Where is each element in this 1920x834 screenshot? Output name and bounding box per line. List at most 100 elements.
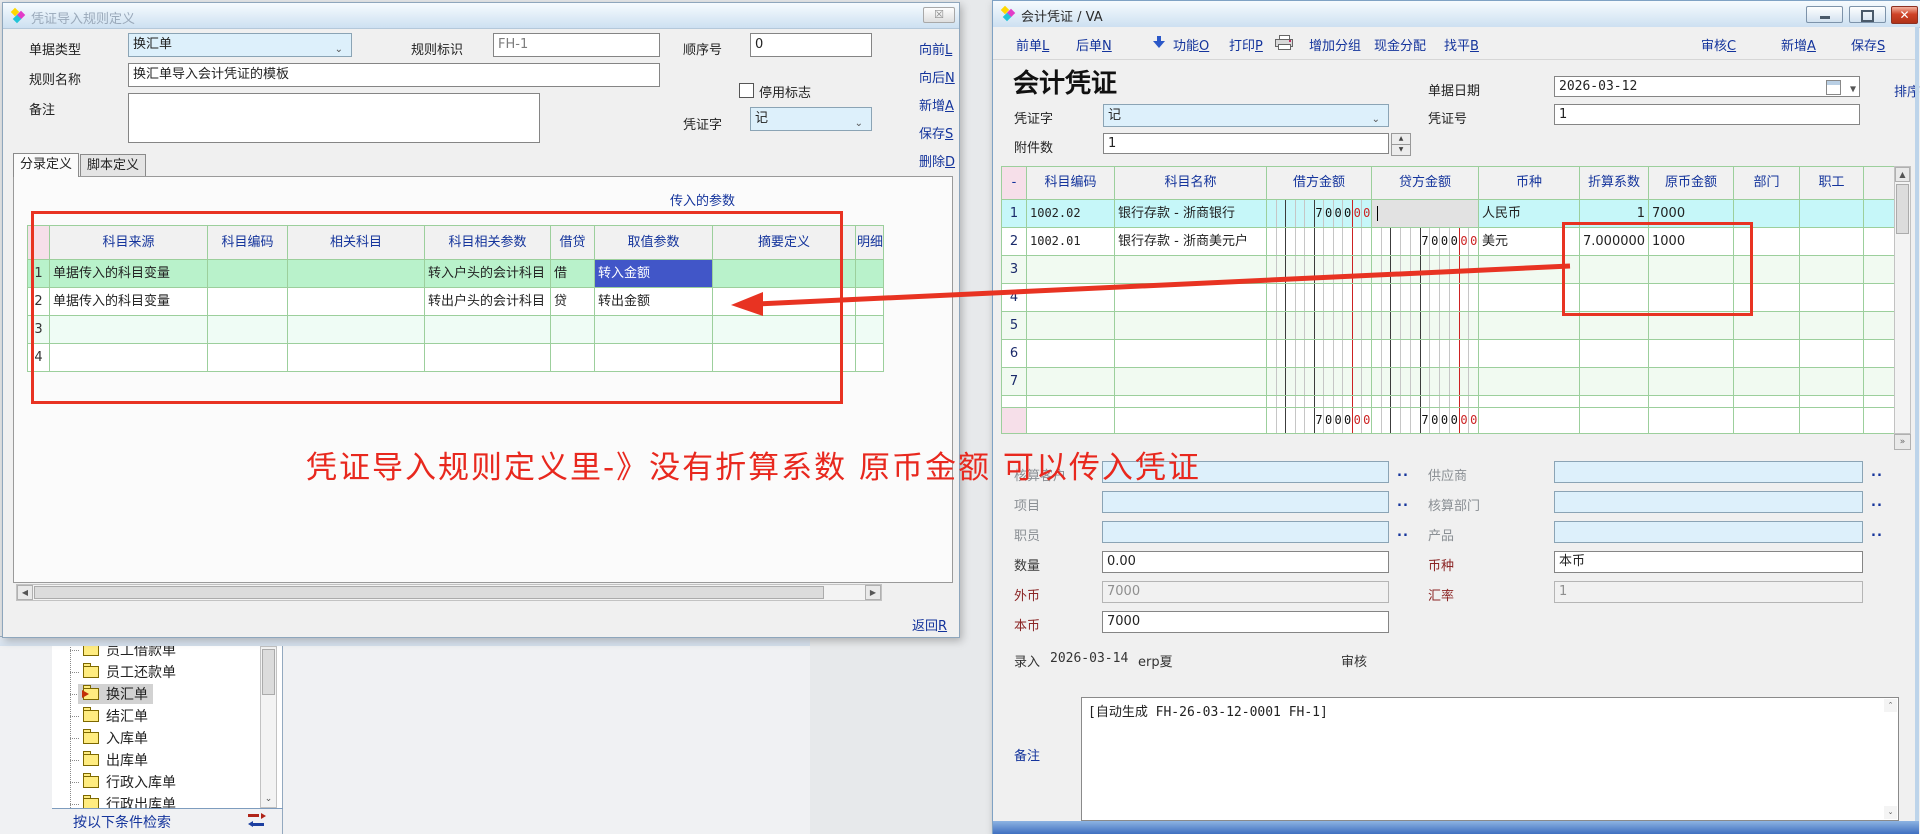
supplier-input[interactable]	[1554, 461, 1863, 483]
tree-scroll-down-button[interactable]: ⌄	[261, 792, 276, 807]
foreign-amount-input[interactable]: 7000	[1102, 581, 1389, 603]
swap-direction-icon[interactable]	[246, 813, 266, 827]
voucher-grid-row[interactable]: 11002.02银行存款 - 浙商银行700000人民币17000	[1002, 200, 1895, 228]
grid-cell-department[interactable]	[1734, 368, 1800, 396]
project-browse-button[interactable]: ..	[1397, 495, 1409, 510]
grid-cell-currency[interactable]	[1479, 340, 1580, 368]
grid-cell-staff[interactable]	[1800, 256, 1864, 284]
tree-item-员工借款单[interactable]: 员工借款单	[78, 646, 181, 660]
delete-button[interactable]: 删除D	[919, 151, 955, 170]
tree-item-行政入库单[interactable]: 行政入库单	[78, 772, 181, 792]
customer-browse-button[interactable]: ..	[1397, 465, 1409, 480]
prev-button[interactable]: 向前L	[919, 39, 952, 58]
amount-cell[interactable]: 700000	[1267, 408, 1372, 434]
amount-cell[interactable]: 700000	[1372, 408, 1479, 434]
save-button[interactable]: 保存S	[919, 123, 953, 142]
calendar-icon[interactable]	[1826, 80, 1841, 95]
quantity-input[interactable]: 0.00	[1102, 551, 1389, 573]
next-button[interactable]: 向后N	[919, 67, 955, 86]
tree-scrollbar[interactable]: ⌄	[260, 646, 277, 808]
grid-cell-currency[interactable]	[1479, 368, 1580, 396]
rule-table-cell-detail[interactable]	[856, 344, 884, 372]
hscroll-right-button[interactable]: ▶	[865, 585, 881, 600]
printer-icon[interactable]	[1275, 35, 1293, 49]
close-button[interactable]: ✕	[1891, 6, 1918, 24]
amount-cell[interactable]	[1372, 368, 1479, 396]
rule-name-input[interactable]: 换汇单导入会计凭证的模板	[128, 63, 660, 87]
tab-script-definition[interactable]: 脚本定义	[80, 154, 146, 176]
product-input[interactable]	[1554, 521, 1863, 543]
project-input[interactable]	[1102, 491, 1389, 513]
grid-cell-account-code[interactable]	[1027, 368, 1115, 396]
print-button[interactable]: 打印P	[1229, 35, 1263, 54]
return-button[interactable]: 返回R	[912, 615, 947, 634]
exchange-rate-input[interactable]: 1	[1554, 581, 1863, 603]
rule-window-close-button[interactable]: ☒	[923, 7, 955, 23]
accounting-dept-browse-button[interactable]: ..	[1871, 495, 1883, 510]
function-down-arrow-icon[interactable]	[1153, 35, 1165, 49]
grid-cell-credit-focused[interactable]	[1372, 200, 1479, 228]
tree-item-入库单[interactable]: 入库单	[78, 728, 153, 748]
voucher-word-combo-arrow[interactable]: ⌄	[855, 113, 863, 131]
new-voucher-button[interactable]: 新增A	[1781, 35, 1816, 54]
note-scroll-down[interactable]: ⌄	[1884, 806, 1897, 819]
amount-cell[interactable]	[1267, 340, 1372, 368]
balance-button[interactable]: 找平B	[1444, 35, 1479, 54]
attachment-input[interactable]: 1	[1103, 133, 1389, 154]
grid-cell-staff[interactable]	[1800, 368, 1864, 396]
grid-cell-original-amount[interactable]	[1649, 340, 1734, 368]
accounting-dept-input[interactable]	[1554, 491, 1863, 513]
sequence-input[interactable]: 0	[750, 33, 872, 57]
grid-cell-account-name[interactable]: 银行存款 - 浙商银行	[1115, 200, 1267, 228]
voucher-word-combo-r[interactable]: 记 ⌄	[1103, 104, 1389, 127]
tree-scrollbar-thumb[interactable]	[262, 649, 275, 695]
doc-date-dropdown-arrow[interactable]: ▼	[1850, 80, 1856, 97]
doc-type-combo[interactable]: 换汇单 ⌄	[128, 33, 352, 57]
voucher-word-combo[interactable]: 记 ⌄	[750, 107, 872, 131]
voucher-word-combo-r-arrow[interactable]: ⌄	[1372, 109, 1380, 127]
add-group-button[interactable]: 增加分组	[1309, 35, 1361, 54]
cash-allocation-button[interactable]: 现金分配	[1374, 35, 1426, 54]
attachment-spinner[interactable]: ▲ ▼	[1391, 133, 1411, 154]
local-amount-input[interactable]: 7000	[1102, 611, 1389, 633]
amount-cell[interactable]: 700000	[1267, 200, 1372, 228]
voucher-window-titlebar[interactable]: 会计凭证 / VA ✕	[993, 1, 1920, 28]
prev-voucher-button[interactable]: 前单L	[1016, 35, 1049, 54]
grid-cell-department[interactable]	[1734, 312, 1800, 340]
note-textarea[interactable]: [自动生成 FH-26-03-12-0001 FH-1] ⌃ ⌄	[1081, 697, 1899, 821]
audit-button[interactable]: 审核C	[1701, 35, 1736, 54]
amount-cell[interactable]	[1267, 396, 1372, 408]
tree-item-出库单[interactable]: 出库单	[78, 750, 153, 770]
restore-button[interactable]	[1849, 6, 1886, 23]
minimize-button[interactable]	[1806, 6, 1843, 23]
tree-item-结汇单[interactable]: 结汇单	[78, 706, 153, 726]
voucher-grid-row[interactable]: 7	[1002, 368, 1895, 396]
voucher-no-input[interactable]: 1	[1554, 104, 1860, 125]
amount-cell[interactable]	[1372, 396, 1479, 408]
tree-item-员工还款单[interactable]: 员工还款单	[78, 662, 181, 682]
product-browse-button[interactable]: ..	[1871, 525, 1883, 540]
grid-cell-staff[interactable]	[1800, 340, 1864, 368]
grid-cell-staff[interactable]	[1800, 228, 1864, 256]
function-button[interactable]: 功能O	[1173, 35, 1209, 54]
grid-cell-original-amount[interactable]	[1649, 368, 1734, 396]
next-voucher-button[interactable]: 后单N	[1076, 35, 1112, 54]
grid-cell-staff[interactable]	[1800, 200, 1864, 228]
staff-input[interactable]	[1102, 521, 1389, 543]
grid-vscrollbar[interactable]: ▲	[1894, 166, 1911, 434]
add-button[interactable]: 新增A	[919, 95, 954, 114]
voucher-grid-row[interactable]: 6	[1002, 340, 1895, 368]
note-scroll-up[interactable]: ⌃	[1884, 699, 1897, 712]
grid-cell-conversion-factor[interactable]	[1580, 312, 1649, 340]
grid-cell-account-code[interactable]	[1027, 340, 1115, 368]
grid-cell-conversion-factor[interactable]	[1580, 340, 1649, 368]
staff-browse-button[interactable]: ..	[1397, 525, 1409, 540]
grid-scroll-up-button[interactable]: ▲	[1895, 167, 1910, 182]
grid-corner-scroll-button[interactable]: »	[1894, 434, 1911, 450]
doc-date-input[interactable]: 2026-03-12 ▼	[1554, 76, 1860, 97]
hscroll-thumb[interactable]	[34, 586, 824, 599]
grid-vscroll-thumb[interactable]	[1896, 184, 1909, 234]
grid-cell-staff[interactable]	[1800, 312, 1864, 340]
grid-cell-staff[interactable]	[1800, 284, 1864, 312]
doc-type-combo-arrow[interactable]: ⌄	[335, 39, 343, 57]
